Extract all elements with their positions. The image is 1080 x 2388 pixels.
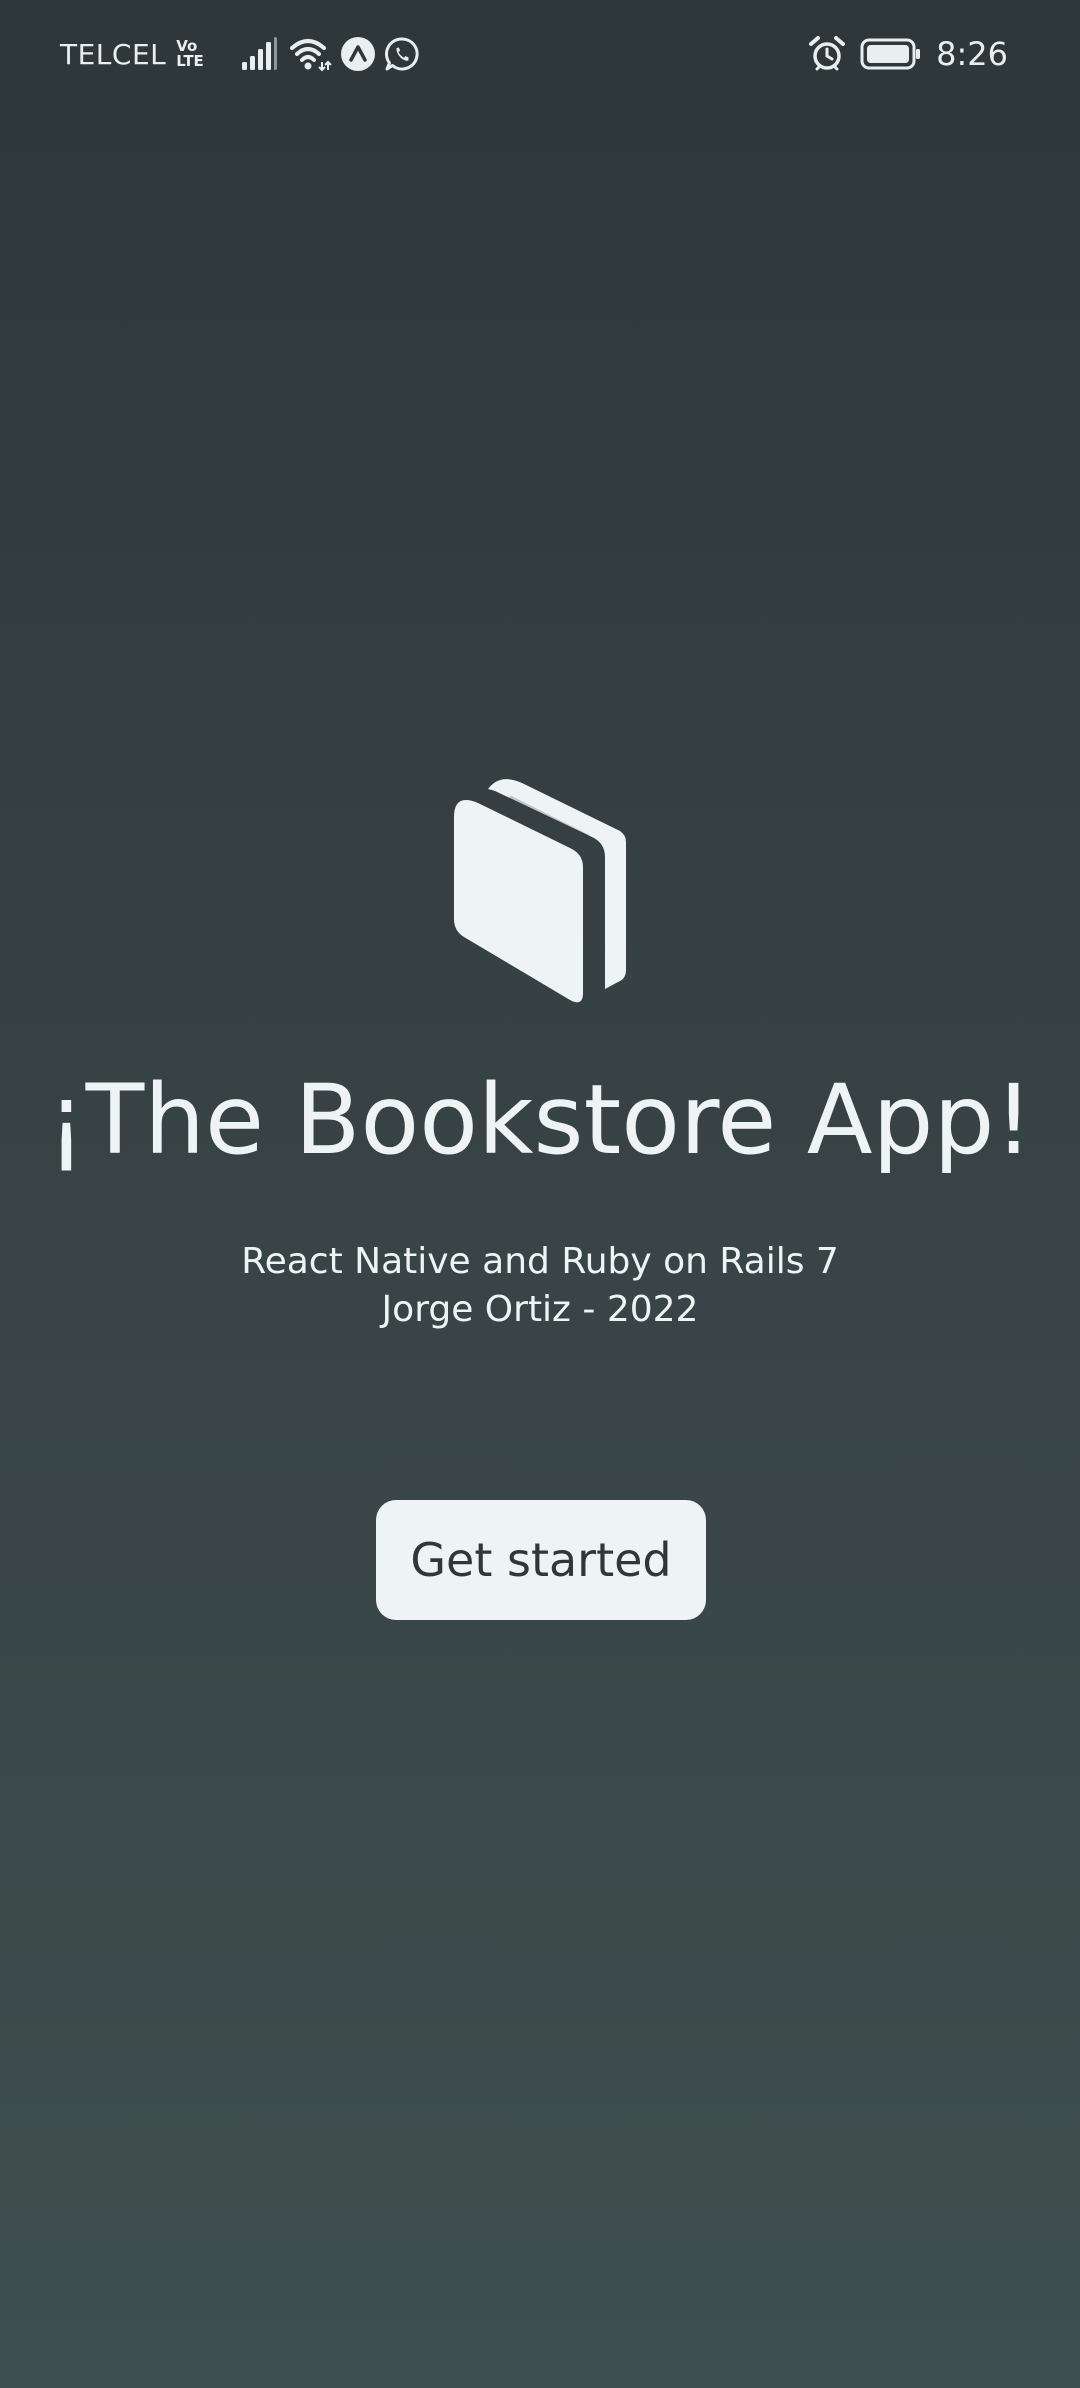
alarm-icon [808,35,846,73]
app-notification-icon [340,36,376,72]
status-bar-left: TELCEL Vo LTE [60,28,428,80]
app-title: ¡The Bookstore App! [47,1064,1033,1176]
status-bar: TELCEL Vo LTE 8:26 [0,0,1080,108]
status-bar-right: 8:26 [808,28,1022,80]
subtitle-tech-stack: React Native and Ruby on Rails 7 [241,1241,839,1282]
subtitle-author: Jorge Ortiz - 2022 [381,1289,699,1330]
whatsapp-icon [384,36,420,72]
book-icon [450,775,630,1005]
carrier-label: TELCEL [60,37,167,71]
battery-icon [860,37,922,71]
volte-indicator: Vo LTE [176,34,214,74]
signal-icon [240,36,280,72]
status-icons-left [240,36,428,72]
status-time: 8:26 [936,35,1008,73]
wifi-icon [288,36,332,72]
volte-bottom-label: LTE [176,52,204,70]
get-started-button[interactable]: Get started [376,1500,706,1620]
